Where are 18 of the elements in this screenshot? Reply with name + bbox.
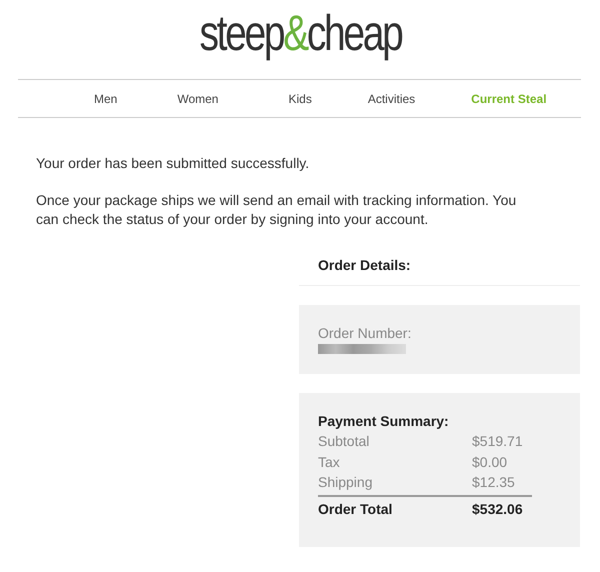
section-title: Order Details: xyxy=(299,247,580,286)
row-value: $0.00 xyxy=(472,452,508,472)
nav-link[interactable]: Kids xyxy=(288,92,312,106)
message-text: Once your package ships we will send an email with tracking information. You can check the status of your order by signing into your account. xyxy=(36,191,518,229)
logo[interactable]: steep&cheap xyxy=(199,2,401,76)
total-value: $532.06 xyxy=(472,500,523,516)
nav-link[interactable]: Activities xyxy=(368,92,416,106)
field-label: Order Number: xyxy=(318,325,412,341)
row-value: $519.71 xyxy=(472,432,523,451)
row-value: $12.35 xyxy=(472,473,515,492)
row-label: Subtotal xyxy=(318,432,370,451)
nav-link[interactable]: Men xyxy=(94,92,118,106)
message-text: Your order has been submitted successfully. xyxy=(36,154,310,173)
nav-link[interactable]: Women xyxy=(177,92,218,106)
row-label: Shipping xyxy=(318,473,374,492)
row-label: Tax xyxy=(318,452,341,472)
total-label: Order Total xyxy=(318,500,394,516)
section-title: Payment Summary: xyxy=(318,413,450,429)
